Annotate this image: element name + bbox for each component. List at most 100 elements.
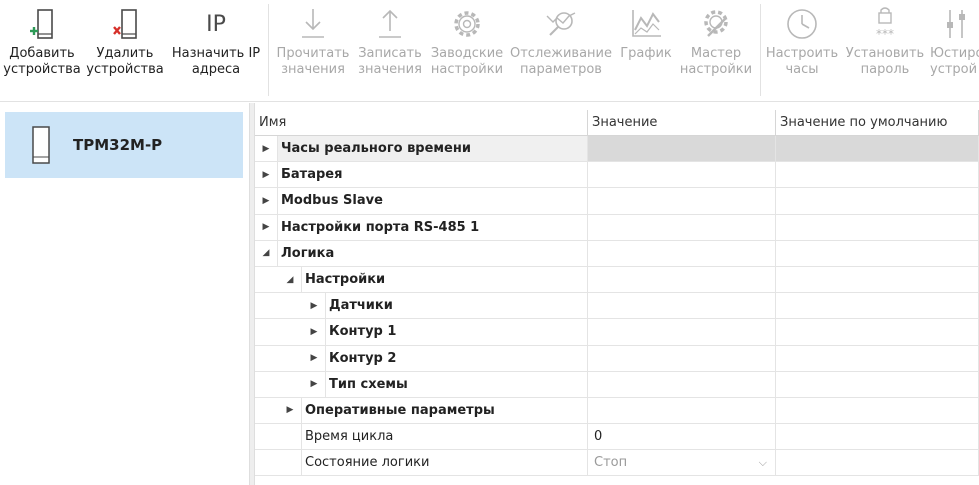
grid-cell-name: ▶ Контур 1 — [255, 319, 588, 346]
group-label: Датчики — [325, 293, 587, 319]
grid-header: Имя Значение Значение по умолчанию — [255, 110, 979, 136]
expand-arrow-icon[interactable]: ▶ — [255, 170, 277, 180]
add-device-icon — [30, 9, 53, 39]
expand-arrow-icon[interactable]: ▶ — [303, 353, 325, 363]
tree-indent: ▶ Часы реального времени — [255, 136, 587, 162]
grid-row[interactable]: ◢ Логика — [255, 240, 979, 267]
assign-ip-button[interactable]: IP Назначить IP адреса — [170, 0, 262, 100]
combo-box[interactable]: Стоп ⌵ — [594, 455, 775, 470]
expand-arrow-icon[interactable]: ▶ — [255, 196, 277, 206]
grid-row[interactable]: Состояние логики Стоп ⌵ — [255, 450, 979, 477]
grid-row[interactable]: Время цикла 0 — [255, 424, 979, 451]
group-label: Логика — [277, 240, 587, 266]
value-field[interactable]: 0 — [588, 424, 776, 451]
factory-settings-gear-icon — [454, 11, 480, 37]
grid-cell-value — [588, 371, 776, 398]
grid-cell-value — [588, 319, 776, 346]
grid-cell-default — [776, 162, 979, 189]
chart-icon — [632, 10, 661, 37]
collapse-arrow-icon[interactable]: ◢ — [279, 275, 301, 285]
grid-cell-name: Состояние логики — [255, 450, 588, 477]
parameters-grid: Имя Значение Значение по умолчанию ▶ Часы… — [255, 110, 979, 485]
grid-cell-value — [588, 345, 776, 372]
password-icon: *** — [876, 7, 894, 41]
grid-cell-default — [776, 371, 979, 398]
remove-device-button[interactable]: Удалить устройства — [86, 0, 164, 100]
grid-row[interactable]: ▶ Настройки порта RS-485 1 — [255, 214, 979, 241]
grid-row[interactable]: ▶ Батарея — [255, 162, 979, 189]
group-label: Тип схемы — [325, 371, 587, 397]
grid-cell-value — [588, 240, 776, 267]
grid-cell-name: ◢ Настройки — [255, 266, 588, 294]
group-label: Настройки порта RS-485 1 — [277, 214, 587, 240]
grid-cell-default — [776, 450, 979, 477]
grid-cell-default — [776, 188, 979, 215]
chart-button[interactable]: График — [618, 0, 674, 100]
grid-row[interactable]: ▶ Тип схемы — [255, 371, 979, 398]
grid-row[interactable]: ▶ Modbus Slave — [255, 188, 979, 215]
device-list-panel: ТРМ32М-Р — [0, 103, 249, 485]
column-header-value[interactable]: Значение — [588, 110, 776, 136]
expand-arrow-icon[interactable]: ▶ — [255, 222, 277, 232]
factory-settings-label-1: Заводские — [430, 46, 504, 61]
expand-arrow-icon[interactable]: ▶ — [303, 301, 325, 311]
grid-row[interactable]: ▶ Оперативные параметры — [255, 397, 979, 425]
read-values-label-1: Прочитать — [276, 46, 350, 61]
calibrate-device-label-1: Юстиро — [930, 46, 979, 61]
group-label: Контур 2 — [325, 345, 587, 371]
grid-cell-value — [588, 136, 776, 163]
parameter-label: Состояние логики — [301, 450, 587, 476]
device-icon — [32, 126, 50, 164]
expand-arrow-icon[interactable]: ▶ — [303, 379, 325, 389]
add-device-button[interactable]: Добавить устройства — [3, 0, 81, 100]
parameter-tracking-button[interactable]: Отслеживание параметров — [508, 0, 614, 100]
set-clock-label-2: часы — [785, 62, 819, 77]
tree-indent: ▶ Настройки порта RS-485 1 — [255, 214, 587, 240]
remove-device-label-2: устройства — [86, 62, 164, 77]
set-clock-button[interactable]: Настроить часы — [764, 0, 840, 100]
grid-cell-name: ▶ Датчики — [255, 293, 588, 320]
parameter-tracking-label-2: параметров — [520, 62, 602, 77]
group-label: Настройки — [301, 266, 587, 293]
column-header-name[interactable]: Имя — [255, 110, 588, 136]
download-icon — [302, 9, 324, 38]
expand-arrow-icon[interactable]: ▶ — [255, 144, 277, 154]
chart-label: График — [620, 46, 672, 61]
grid-row[interactable]: ▶ Часы реального времени — [255, 136, 979, 163]
ip-icon-text: IP — [206, 12, 226, 37]
toolbar: Добавить устройства Удалить устройства IP … — [0, 0, 979, 102]
chevron-down-icon[interactable]: ⌵ — [759, 456, 767, 470]
grid-row[interactable]: ▶ Контур 1 — [255, 319, 979, 346]
tree-indent: ▶ Modbus Slave — [255, 188, 587, 214]
expand-arrow-icon[interactable]: ▶ — [303, 327, 325, 337]
column-header-default[interactable]: Значение по умолчанию — [776, 110, 979, 136]
set-password-label-1: Установить — [845, 46, 925, 61]
calibrate-device-button[interactable]: Юстиро устрой — [930, 0, 979, 100]
set-password-button[interactable]: *** Установить пароль — [842, 0, 928, 100]
logic-state-select[interactable]: Стоп ⌵ — [588, 450, 776, 477]
read-values-button[interactable]: Прочитать значения — [275, 0, 351, 100]
grid-row[interactable]: ◢ Настройки — [255, 266, 979, 294]
grid-cell-default — [776, 240, 979, 267]
expand-arrow-icon[interactable]: ▶ — [279, 405, 301, 415]
grid-body: ▶ Часы реального времени ▶ Батарея ▶ Modbus S… — [255, 136, 979, 477]
setup-wizard-button[interactable]: Мастер настройки — [677, 0, 755, 100]
add-device-label-2: устройства — [3, 62, 81, 77]
grid-cell-name: ▶ Контур 2 — [255, 345, 588, 372]
grid-cell-name: ▶ Modbus Slave — [255, 188, 588, 215]
collapse-arrow-icon[interactable]: ◢ — [255, 248, 277, 258]
grid-row[interactable]: ▶ Датчики — [255, 293, 979, 320]
grid-cell-default — [776, 266, 979, 294]
grid-cell-name: Время цикла — [255, 424, 588, 451]
grid-cell-default — [776, 424, 979, 451]
grid-row[interactable]: ▶ Контур 2 — [255, 345, 979, 372]
factory-settings-button[interactable]: Заводские настройки — [429, 0, 505, 100]
grid-cell-value — [588, 266, 776, 294]
password-icon-text: *** — [876, 27, 894, 41]
tracking-icon — [546, 12, 576, 36]
factory-settings-label-2: настройки — [430, 62, 504, 77]
calibration-icon — [947, 10, 965, 38]
grid-cell-name: ◢ Логика — [255, 240, 588, 267]
device-list-item[interactable]: ТРМ32М-Р — [5, 112, 243, 178]
write-values-button[interactable]: Записать значения — [354, 0, 426, 100]
